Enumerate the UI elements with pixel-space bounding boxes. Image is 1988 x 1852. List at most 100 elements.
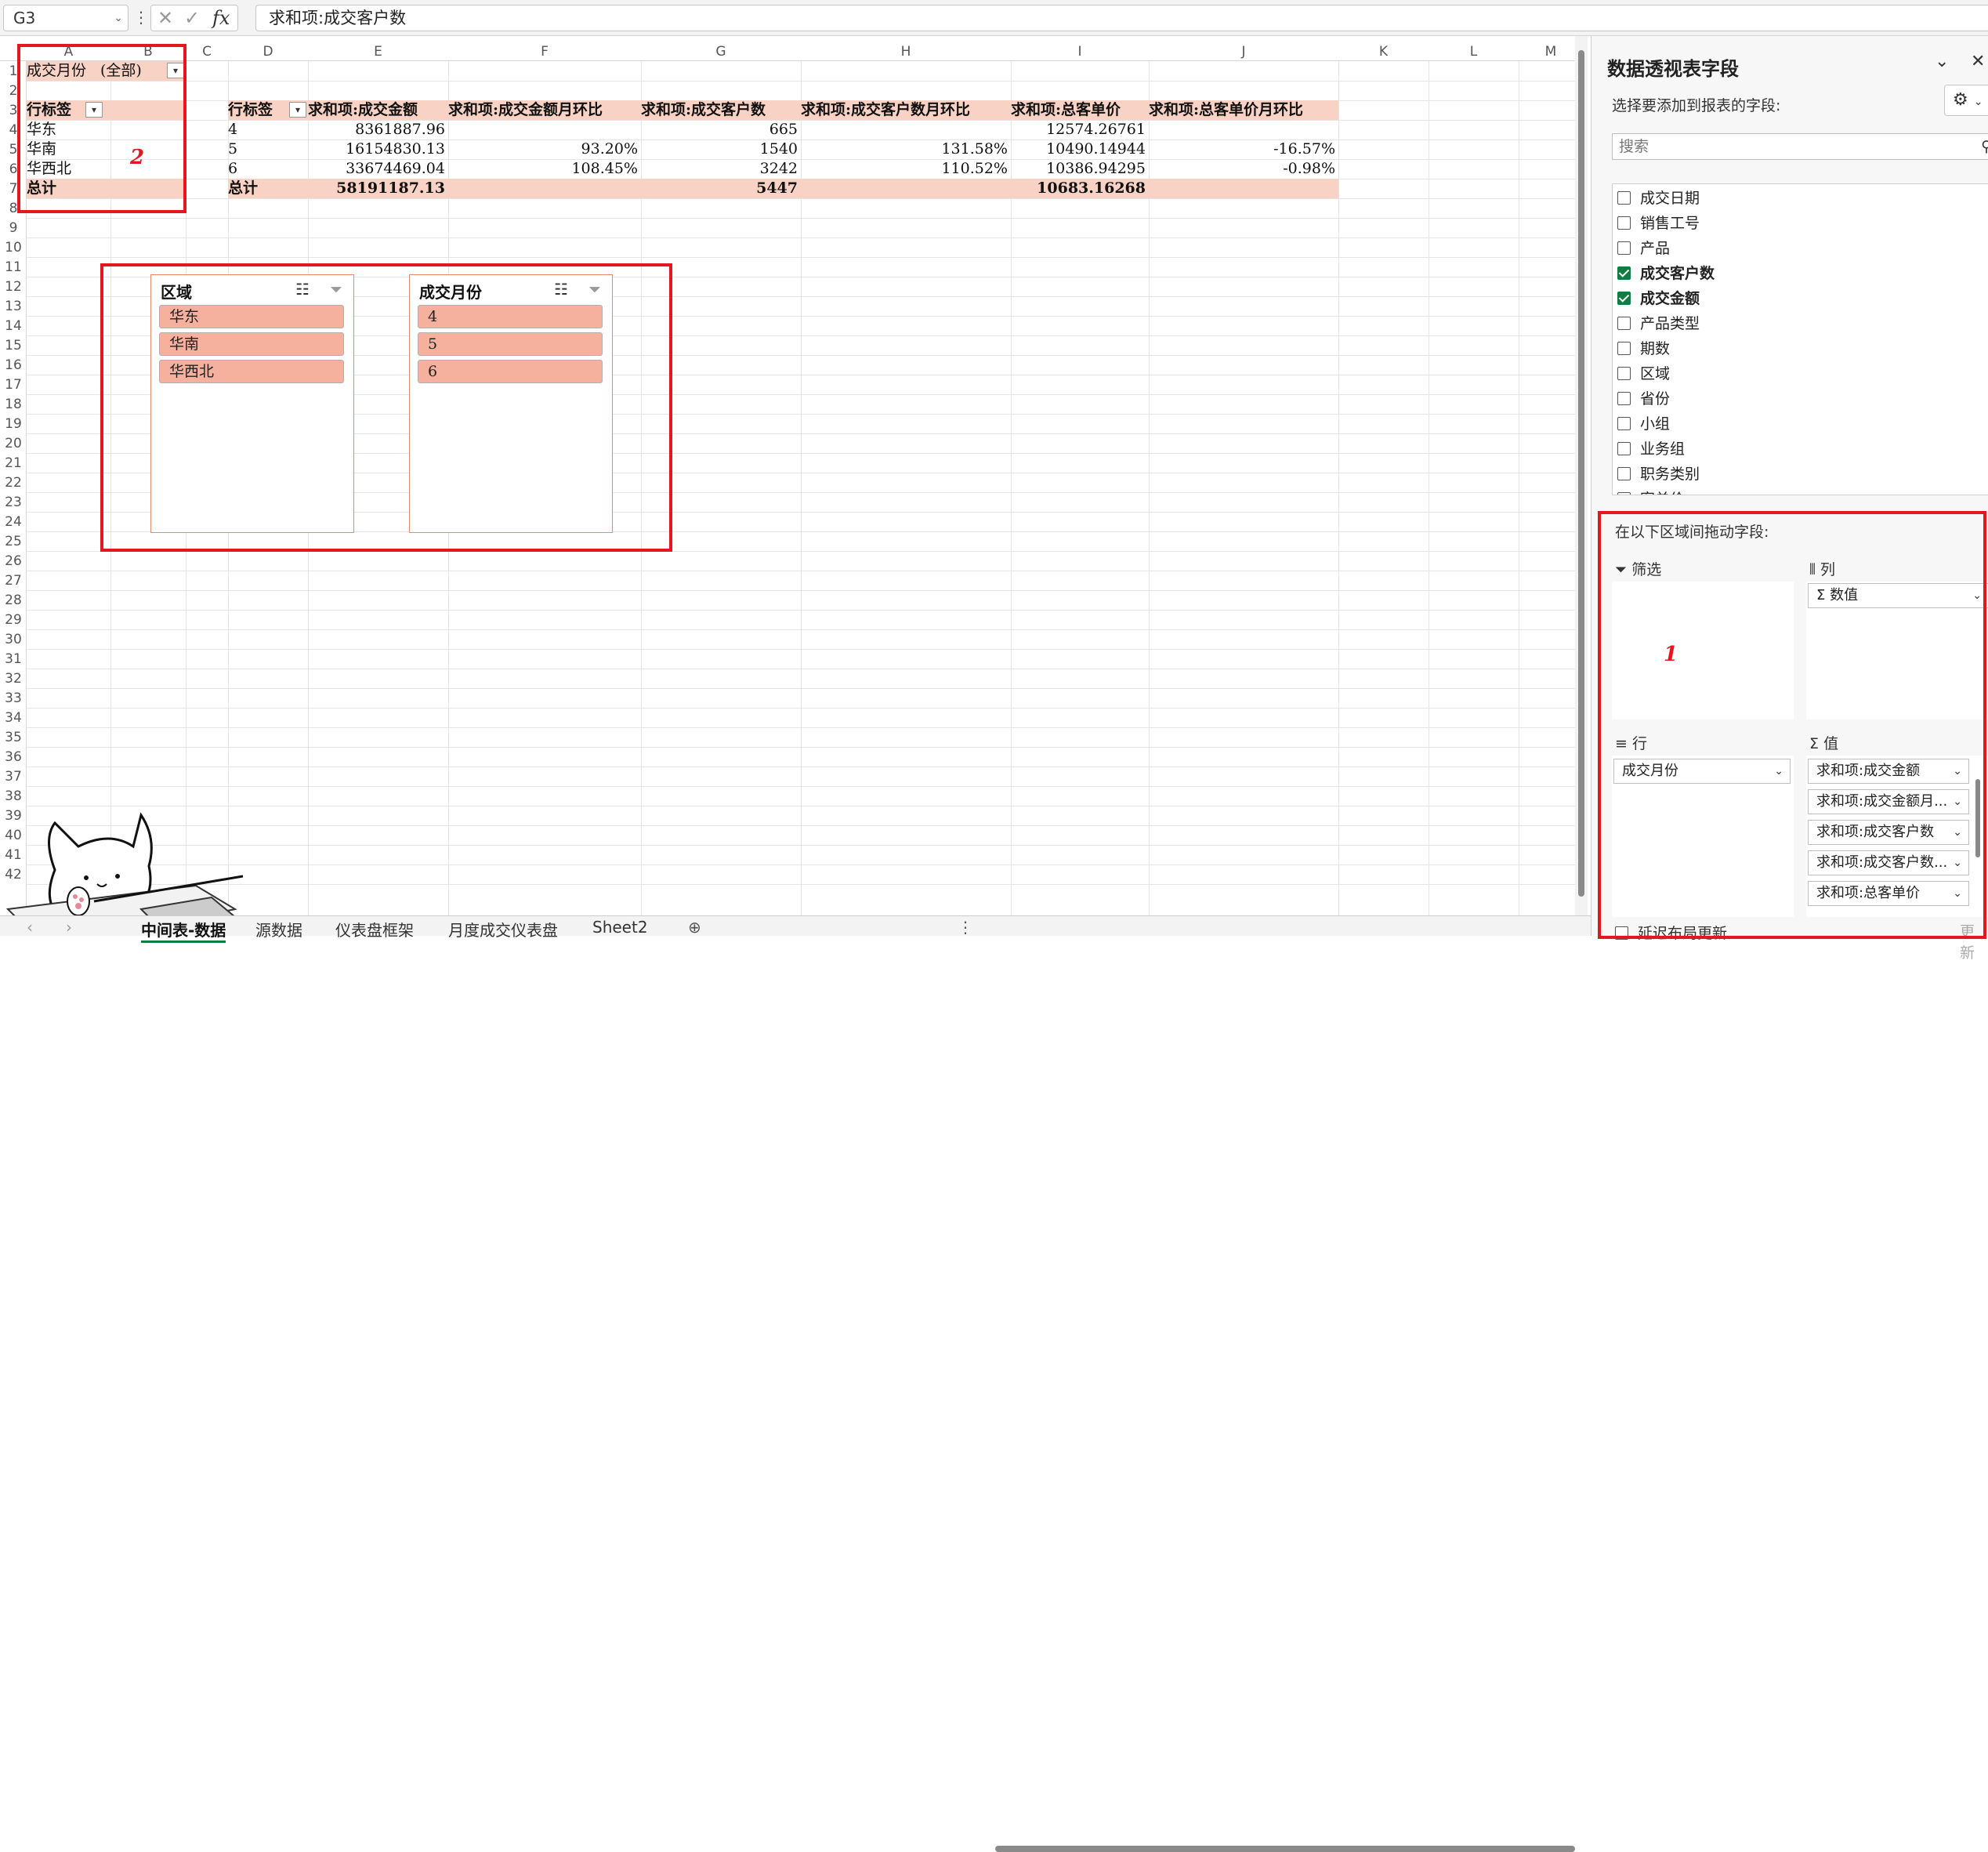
cell-total[interactable]	[801, 179, 1011, 198]
chevron-down-icon[interactable]: ⌄	[1935, 52, 1949, 71]
cell-column-header-value[interactable]: 求和项:成交金额月环比	[448, 100, 641, 120]
row-header[interactable]: 24	[0, 514, 27, 530]
checkbox-icon[interactable]	[1617, 417, 1631, 430]
cell-data[interactable]	[1149, 120, 1338, 140]
cell-column-header-value[interactable]: 求和项:成交客户数	[641, 100, 801, 120]
close-icon[interactable]: ✕	[1971, 52, 1985, 71]
field-item[interactable]: 客单价	[1617, 487, 1685, 495]
cell-data[interactable]: 5	[228, 140, 308, 159]
cell-total[interactable]	[448, 179, 641, 198]
column-header[interactable]: D	[228, 44, 308, 60]
add-sheet-icon[interactable]: ⊕	[688, 918, 701, 937]
row-header[interactable]: 15	[0, 338, 27, 353]
row-header[interactable]: 37	[0, 769, 27, 785]
field-item[interactable]: 省份	[1617, 386, 1670, 411]
cell-data[interactable]: 131.58%	[801, 140, 1011, 159]
cancel-icon[interactable]: ✕	[158, 5, 173, 31]
field-item[interactable]: 成交日期	[1617, 186, 1700, 211]
row-header[interactable]: 21	[0, 455, 27, 471]
row-header[interactable]: 12	[0, 279, 27, 295]
row-header[interactable]: 28	[0, 593, 27, 608]
checkbox-icon[interactable]	[1617, 467, 1631, 480]
slicer-item[interactable]: 4	[418, 305, 603, 328]
vertical-scrollbar[interactable]	[1575, 36, 1588, 922]
row-header[interactable]: 31	[0, 651, 27, 667]
row-header[interactable]: 27	[0, 573, 27, 589]
cell-data[interactable]: 4	[228, 120, 308, 140]
column-header[interactable]: M	[1519, 44, 1583, 60]
cell-column-header-value[interactable]: 求和项:总客单价	[1011, 100, 1149, 120]
checkbox-icon[interactable]	[1617, 442, 1631, 455]
slicer-item[interactable]: 华东	[159, 305, 344, 328]
row-header[interactable]: 13	[0, 299, 27, 314]
name-box[interactable]: G3 ⌄	[3, 5, 129, 31]
slicer-item[interactable]: 6	[418, 360, 603, 383]
row-header[interactable]: 10	[0, 240, 27, 256]
checkbox-icon[interactable]	[1617, 216, 1631, 230]
cell-data[interactable]: 93.20%	[448, 140, 641, 159]
column-header[interactable]: L	[1429, 44, 1519, 60]
cell-total[interactable]: 5447	[641, 179, 801, 198]
row-header[interactable]: 22	[0, 475, 27, 491]
cell-data[interactable]: 8361887.96	[308, 120, 448, 140]
tab-sheet[interactable]: 源数据	[255, 918, 302, 940]
checkbox-icon[interactable]	[1617, 492, 1631, 495]
row-label-dropdown-button[interactable]: ▾	[289, 102, 306, 118]
field-item[interactable]: 业务组	[1617, 437, 1685, 462]
checkbox-icon[interactable]	[1617, 241, 1631, 255]
cell-data[interactable]: 33674469.04	[308, 159, 448, 179]
clear-filter-icon[interactable]: ⏷	[588, 280, 601, 299]
cell-total[interactable]: 58191187.13	[308, 179, 448, 198]
slicer-item[interactable]: 华南	[159, 332, 344, 356]
row-header[interactable]: 17	[0, 377, 27, 393]
tab-nav-right-icon[interactable]: ›	[66, 918, 72, 937]
row-header[interactable]: 16	[0, 357, 27, 373]
cell-data[interactable]: -16.57%	[1149, 140, 1338, 159]
column-header[interactable]: C	[186, 44, 228, 60]
row-header[interactable]: 23	[0, 495, 27, 510]
row-header[interactable]: 35	[0, 730, 27, 745]
checkbox-icon[interactable]	[1617, 266, 1631, 280]
function-icon[interactable]: fx	[212, 5, 230, 31]
cell-column-header-value[interactable]: 求和项:成交客户数月环比	[801, 100, 1011, 120]
cell-data[interactable]: 1540	[641, 140, 801, 159]
cell-data[interactable]: 665	[641, 120, 801, 140]
field-item[interactable]: 成交金额	[1617, 286, 1700, 311]
checkbox-icon[interactable]	[1617, 317, 1631, 330]
gear-button[interactable]: ⚙ ⌄	[1944, 85, 1988, 116]
column-header[interactable]: H	[801, 44, 1011, 60]
field-item[interactable]: 产品	[1617, 236, 1670, 261]
checkbox-icon[interactable]	[1617, 342, 1631, 355]
row-header[interactable]: 26	[0, 553, 27, 569]
row-header[interactable]: 20	[0, 436, 27, 451]
horizontal-scrollbar[interactable]	[995, 1846, 1575, 1852]
row-header[interactable]: 30	[0, 632, 27, 647]
cell-data[interactable]	[448, 120, 641, 140]
checkbox-icon[interactable]	[1617, 367, 1631, 380]
cell-data[interactable]: 16154830.13	[308, 140, 448, 159]
row-header[interactable]: 18	[0, 397, 27, 412]
tab-sheet[interactable]: Sheet2	[592, 918, 648, 937]
row-header[interactable]: 25	[0, 534, 27, 549]
column-header[interactable]: F	[448, 44, 641, 60]
more-tabs-icon[interactable]: ⋮	[958, 918, 973, 937]
cell-data[interactable]: 108.45%	[448, 159, 641, 179]
slicer-item[interactable]: 5	[418, 332, 603, 356]
cell-data[interactable]: 6	[228, 159, 308, 179]
enter-icon[interactable]: ✓	[184, 5, 200, 31]
cell-data[interactable]	[801, 120, 1011, 140]
cell-total[interactable]	[1149, 179, 1338, 198]
worksheet[interactable]: A B C D E F G H I J K L M 1 2 3 4 5 6 7 8 9 10 11 12 13 14 15 16 17 18…	[0, 36, 1583, 922]
scroll-thumb[interactable]	[1578, 50, 1584, 897]
row-header[interactable]: 32	[0, 671, 27, 687]
cell-data[interactable]: 12574.26761	[1011, 120, 1149, 140]
cell-data[interactable]: 10386.94295	[1011, 159, 1149, 179]
slicer-item[interactable]: 华西北	[159, 360, 344, 383]
row-header[interactable]: 9	[0, 220, 27, 236]
field-search-input[interactable]: 搜索 ⚲	[1612, 133, 1988, 160]
tab-sheet[interactable]: 中间表-数据	[141, 918, 226, 943]
cell-data[interactable]: -0.98%	[1149, 159, 1338, 179]
multi-select-icon[interactable]: ☷	[554, 280, 568, 299]
cell-data[interactable]: 10490.14944	[1011, 140, 1149, 159]
checkbox-icon[interactable]	[1617, 191, 1631, 205]
